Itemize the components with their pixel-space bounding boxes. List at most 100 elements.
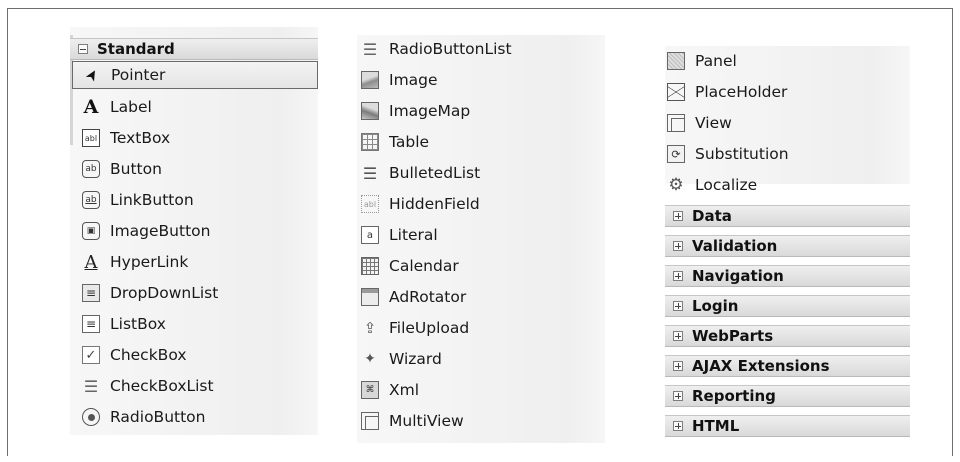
toolbox-item-literal[interactable]: a Literal [361,221,438,249]
group-header-label: Reporting [692,387,776,405]
toolbox-item-label[interactable]: A Label [82,93,152,121]
expand-icon[interactable] [673,241,683,251]
toolbox-item-label: RadioButton [110,408,206,426]
toolbox-item-label: Panel [695,52,737,70]
toolbox-item-label: HiddenField [389,195,480,213]
toolbox-item-label: Localize [695,176,758,194]
toolbox-item-pointer[interactable]: ➤ Pointer [72,61,318,89]
toolbox-item-label: Xml [389,381,420,399]
toolbox-item-label: ListBox [110,315,166,333]
toolbox-item-hiddenfield[interactable]: abl HiddenField [361,190,480,218]
toolbox-item-label: BulletedList [389,164,481,182]
toolbox-item-label: CheckBox [110,346,187,364]
toolbox-item-textbox[interactable]: abl TextBox [82,124,170,152]
toolbox-item-bulletedlist[interactable]: ☰ BulletedList [361,159,480,187]
toolbox-item-calendar[interactable]: Calendar [361,252,459,280]
group-header-webparts[interactable]: WebParts [665,325,910,347]
toolbox-column-2: ☰ RadioButtonList Image ImageMap Table ☰… [357,35,605,443]
button-icon: ab [82,160,100,178]
toolbox-item-adrotator[interactable]: AdRotator [361,283,466,311]
hiddenfield-icon: abl [361,195,379,213]
group-header-standard[interactable]: Standard [70,38,318,60]
toolbox-item-placeholder[interactable]: PlaceHolder [667,78,787,106]
toolbox-item-label: Table [389,133,430,151]
toolbox-item-view[interactable]: View [667,109,732,137]
group-header-data[interactable]: Data [665,205,910,227]
toolbox-item-label: CheckBoxList [110,377,214,395]
toolbox-item-label: Wizard [389,350,442,368]
group-header-login[interactable]: Login [665,295,910,317]
expand-icon[interactable] [673,211,683,221]
wizard-icon: ✦ [364,351,376,367]
group-header-label: Navigation [692,267,784,285]
radiobutton-icon [82,408,100,426]
checkboxlist-icon: ☰ [83,376,99,396]
adrotator-icon [361,288,379,306]
expand-icon[interactable] [673,421,683,431]
group-header-label: WebParts [692,327,774,345]
textbox-icon: abl [82,129,100,147]
toolbox-item-label: Button [110,160,162,178]
toolbox-item-button[interactable]: ab Button [82,155,162,183]
toolbox-item-label: TextBox [110,129,171,147]
toolbox-item-radiobutton[interactable]: RadioButton [82,403,205,431]
toolbox-item-substitution[interactable]: ⟳ Substitution [667,140,789,168]
toolbox-item-label: View [695,114,732,132]
xml-icon: ⌘ [361,381,379,399]
toolbox-item-checkbox[interactable]: ✓ CheckBox [82,341,187,369]
multiview-icon [361,412,379,430]
substitution-icon: ⟳ [667,145,685,163]
expand-icon[interactable] [673,361,683,371]
toolbox-item-panel[interactable]: Panel [667,47,737,75]
localize-icon: ⚙ [668,175,684,195]
group-header-reporting[interactable]: Reporting [665,385,910,407]
group-header-ajax-extensions[interactable]: AJAX Extensions [665,355,910,377]
checkbox-icon: ✓ [82,346,100,364]
toolbox-item-imagemap[interactable]: ImageMap [361,97,470,125]
expand-icon[interactable] [673,271,683,281]
toolbox-item-label-text: Label [110,98,152,116]
toolbox-item-localize[interactable]: ⚙ Localize [667,171,757,199]
toolbox-item-image[interactable]: Image [361,66,438,94]
image-icon [361,71,379,89]
label-icon: A [83,96,99,118]
toolbox-item-dropdownlist[interactable]: ≡ DropDownList [82,279,218,307]
toolbox-item-wizard[interactable]: ✦ Wizard [361,345,442,373]
group-header-label: Validation [692,237,778,255]
toolbox-item-label: RadioButtonList [389,40,512,58]
toolbox-item-checkboxlist[interactable]: ☰ CheckBoxList [82,372,214,400]
toolbox-item-multiview[interactable]: MultiView [361,407,464,435]
toolbox-item-imagebutton[interactable]: ▣ ImageButton [82,217,210,245]
toolbox-item-radiobuttonlist[interactable]: ☰ RadioButtonList [361,35,512,63]
toolbox-item-table[interactable]: Table [361,128,429,156]
group-header-validation[interactable]: Validation [665,235,910,257]
linkbutton-icon: ab [82,191,100,209]
toolbox-item-xml[interactable]: ⌘ Xml [361,376,419,404]
group-header-label: Standard [97,40,175,58]
toolbox-item-fileupload[interactable]: ⇪ FileUpload [361,314,470,342]
bulletedlist-icon: ☰ [362,163,378,183]
hyperlink-icon: A [84,251,98,273]
table-icon [361,133,379,151]
toolbox-item-label: PlaceHolder [695,83,788,101]
toolbox-item-label: AdRotator [389,288,467,306]
group-header-label: Login [692,297,739,315]
group-header-navigation[interactable]: Navigation [665,265,910,287]
toolbox-item-label: Literal [389,226,438,244]
placeholder-icon [667,83,685,101]
toolbox-item-label: FileUpload [389,319,470,337]
toolbox-item-listbox[interactable]: ≡ ListBox [82,310,166,338]
group-header-label: HTML [692,417,740,435]
group-header-html[interactable]: HTML [665,415,910,437]
collapse-icon[interactable] [78,44,88,54]
pointer-icon: ➤ [81,65,103,85]
toolbox-item-hyperlink[interactable]: A HyperLink [82,248,189,276]
expand-icon[interactable] [673,331,683,341]
expand-icon[interactable] [673,301,683,311]
toolbox-item-label: Calendar [389,257,459,275]
toolbox-item-linkbutton[interactable]: ab LinkButton [82,186,194,214]
toolbox-item-label: Pointer [111,66,166,84]
view-icon [667,114,685,132]
expand-icon[interactable] [673,391,683,401]
calendar-icon [361,257,379,275]
